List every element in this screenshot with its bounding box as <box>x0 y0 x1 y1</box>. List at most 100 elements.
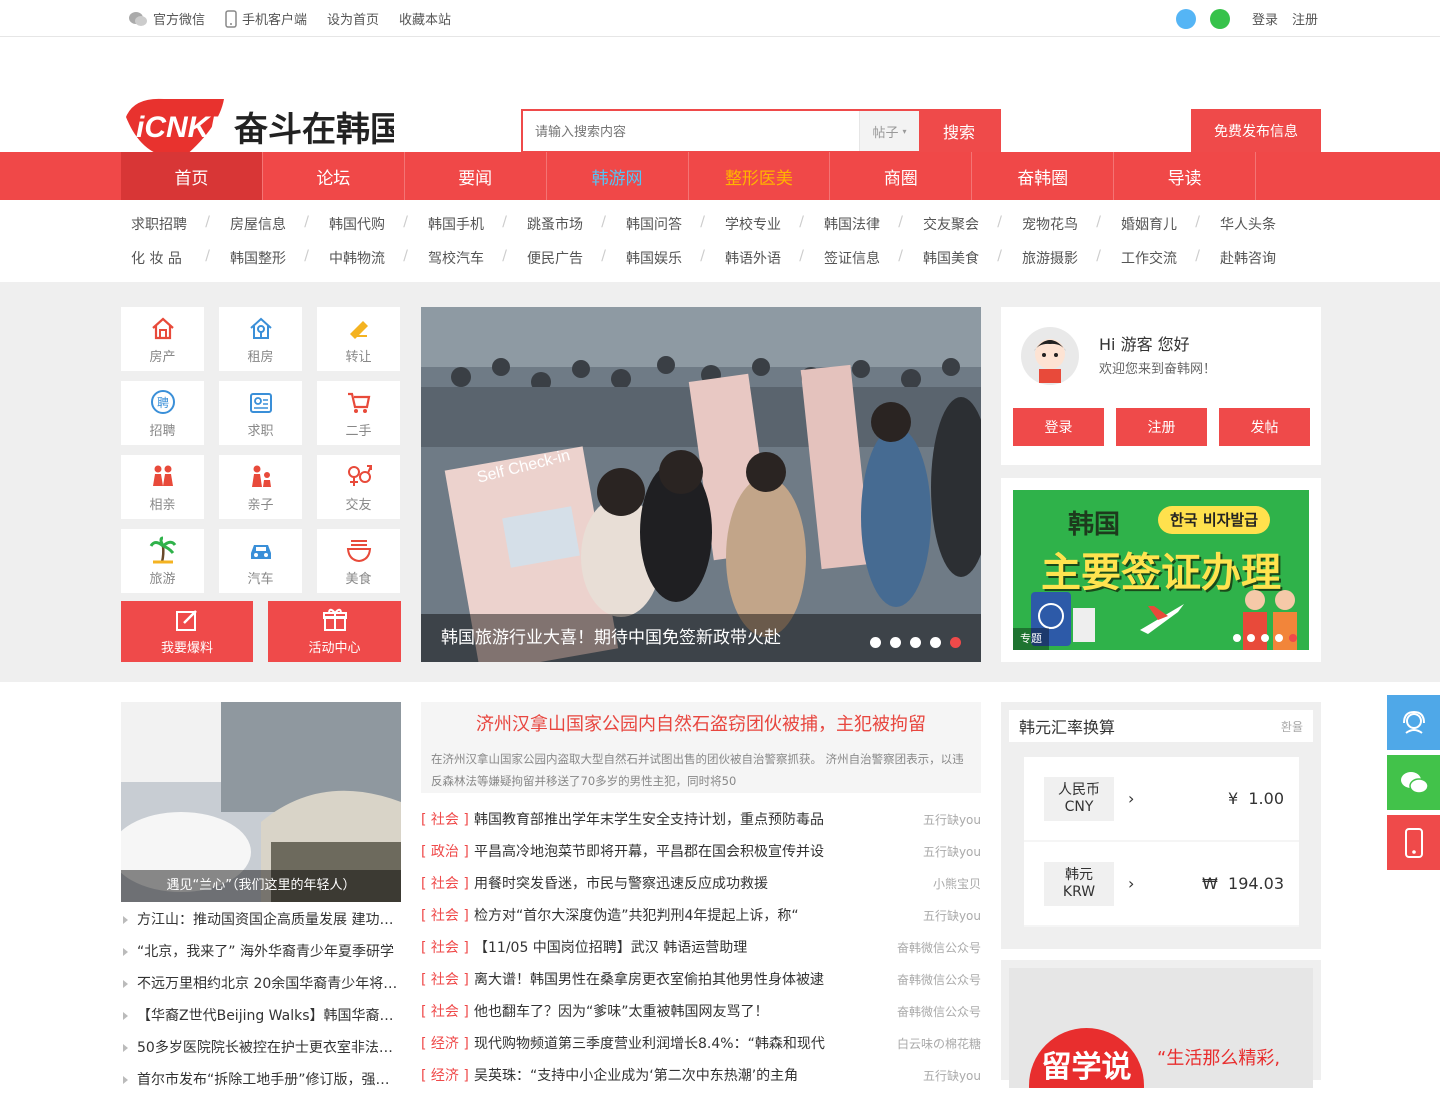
nav-item[interactable]: 奋韩圈 <box>972 152 1115 200</box>
category-link[interactable]: 韩国手机 <box>418 214 517 234</box>
list-item[interactable]: “北京，我来了” 海外华裔青少年夏季研学 <box>121 936 401 968</box>
mobile-float-button[interactable] <box>1387 815 1440 870</box>
news-author[interactable]: 白云味の棉花糖 <box>897 1035 981 1052</box>
category-link[interactable]: 签证信息 <box>814 248 913 268</box>
news-title[interactable]: 平昌高冷地泡菜节即将开幕，平昌郡在国会积极宣传并设 <box>474 841 915 861</box>
login-link[interactable]: 登录 <box>1252 9 1278 28</box>
currency-select-krw[interactable]: 韩元 KRW <box>1044 861 1114 906</box>
category-link[interactable]: 赴韩咨询 <box>1210 248 1309 268</box>
carousel-dot[interactable] <box>870 637 881 648</box>
category-link[interactable]: 华人头条 <box>1210 214 1309 234</box>
news-author[interactable]: 奋韩微信公众号 <box>897 971 981 988</box>
category-link[interactable]: 宠物花鸟 <box>1012 214 1111 234</box>
news-author[interactable]: 五行缺you <box>923 843 981 860</box>
ad-dot-active[interactable] <box>1289 634 1297 642</box>
ad-dot[interactable] <box>1275 634 1283 642</box>
search-input[interactable] <box>523 111 859 151</box>
quick-category-item[interactable]: 相亲 <box>121 455 204 519</box>
nav-item[interactable]: 论坛 <box>263 152 405 200</box>
list-item[interactable]: 首尔市发布“拆除工地手册”修订版，强调安全 <box>121 1064 401 1096</box>
category-link[interactable]: 韩语外语 <box>715 248 814 268</box>
category-link[interactable]: 跳蚤市场 <box>517 214 616 234</box>
news-category[interactable]: [ 社会 ] <box>421 1001 474 1021</box>
quick-category-item[interactable]: 旅游 <box>121 529 204 593</box>
carousel-dot[interactable] <box>910 637 921 648</box>
nav-item[interactable]: 韩游网 <box>547 152 689 200</box>
ad-dot[interactable] <box>1261 634 1269 642</box>
chevron-right-icon[interactable]: › <box>1128 789 1134 808</box>
nav-item[interactable]: 整形医美 <box>689 152 831 200</box>
user-register-button[interactable]: 注册 <box>1116 408 1207 446</box>
official-wechat-link[interactable]: 官方微信 <box>128 9 205 28</box>
category-link[interactable]: 韩国娱乐 <box>616 248 715 268</box>
visa-ad-banner[interactable]: 韩国 한국 비자발급 主要签证办理 专题 <box>1013 490 1309 650</box>
currency-value-krw[interactable]: ₩ 194.03 <box>1202 874 1284 893</box>
nav-item[interactable]: 导读 <box>1114 152 1256 200</box>
category-link[interactable]: 工作交流 <box>1111 248 1210 268</box>
carousel-dot[interactable] <box>950 637 961 648</box>
list-item[interactable]: 不远万里相约北京 20余国华裔青少年将参加 <box>121 968 401 1000</box>
quick-category-item[interactable]: 求职 <box>219 381 302 445</box>
news-category[interactable]: [ 社会 ] <box>421 873 474 893</box>
nav-item[interactable]: 首页 <box>121 152 263 200</box>
news-title[interactable]: 吴英珠：“支持中小企业成为‘第二次中东热潮’的主角 <box>474 1065 915 1085</box>
ad-dot[interactable] <box>1233 634 1241 642</box>
mobile-client-link[interactable]: 手机客户端 <box>225 9 307 28</box>
nav-item[interactable]: 商圈 <box>830 152 973 200</box>
category-link[interactable]: 便民广告 <box>517 248 616 268</box>
news-author[interactable]: 奋韩微信公众号 <box>897 1003 981 1020</box>
category-link[interactable]: 韩国问答 <box>616 214 715 234</box>
category-link[interactable]: 韩国法律 <box>814 214 913 234</box>
news-category[interactable]: [ 经济 ] <box>421 1033 474 1053</box>
category-link[interactable]: 韩国整形 <box>220 248 319 268</box>
chevron-right-icon[interactable]: › <box>1128 874 1134 893</box>
news-category[interactable]: [ 社会 ] <box>421 937 474 957</box>
news-category[interactable]: [ 社会 ] <box>421 969 474 989</box>
news-title[interactable]: 他也翻车了？因为“爹味”太重被韩国网友骂了！ <box>474 1001 889 1021</box>
news-category[interactable]: [ 社会 ] <box>421 905 474 925</box>
publish-info-button[interactable]: 免费发布信息 <box>1191 109 1321 153</box>
wechat-login-icon[interactable] <box>1209 8 1230 29</box>
register-link[interactable]: 注册 <box>1292 9 1318 28</box>
news-carousel[interactable]: Self Check-in 韩国旅游行业大喜！期待中国免签新政带火赴 <box>421 307 981 662</box>
news-author[interactable]: 小熊宝贝 <box>933 875 981 892</box>
bookmark-link[interactable]: 收藏本站 <box>399 9 451 28</box>
list-item[interactable]: 50多岁医院院长被控在护士更衣室非法拍摄 <box>121 1032 401 1064</box>
user-login-button[interactable]: 登录 <box>1013 408 1104 446</box>
qq-login-icon[interactable] <box>1175 8 1196 29</box>
feature-photo[interactable]: 遇见“兰心”（我们这里的年轻人） <box>121 702 401 902</box>
nav-item[interactable]: 要闻 <box>405 152 547 200</box>
quick-category-item[interactable]: 房产 <box>121 307 204 371</box>
news-title[interactable]: 用餐时突发昏迷，市民与警察迅速反应成功救援 <box>474 873 925 893</box>
ad-dot[interactable] <box>1247 634 1255 642</box>
category-link[interactable]: 韩国美食 <box>913 248 1012 268</box>
news-author[interactable]: 五行缺you <box>923 811 981 828</box>
news-category[interactable]: [ 经济 ] <box>421 1065 474 1085</box>
customer-service-button[interactable] <box>1387 695 1440 750</box>
quick-category-item[interactable]: 二手 <box>317 381 400 445</box>
category-link[interactable]: 韩国代购 <box>319 214 418 234</box>
wechat-float-button[interactable] <box>1387 755 1440 810</box>
quick-category-item[interactable]: 美食 <box>317 529 400 593</box>
news-title[interactable]: 韩国教育部推出学年末学生安全支持计划，重点预防毒品 <box>474 809 915 829</box>
quick-category-item[interactable]: 亲子 <box>219 455 302 519</box>
search-button[interactable]: 搜索 <box>919 111 999 151</box>
quick-category-item[interactable]: 租房 <box>219 307 302 371</box>
category-link[interactable]: 驾校汽车 <box>418 248 517 268</box>
list-item[interactable]: 方江山：推动国资国企高质量发展 建功新时代 <box>121 904 401 936</box>
news-author[interactable]: 五行缺you <box>923 907 981 924</box>
news-title[interactable]: 检方对“首尔大深度伪造”共犯判刑4年提起上诉，称“ <box>474 905 915 925</box>
list-item[interactable]: 【华裔Z世代Beijing Walks】韩国华裔青少年 <box>121 1000 401 1032</box>
category-link[interactable]: 求职招聘 <box>121 214 220 234</box>
news-title[interactable]: 现代购物频道第三季度营业利润增长8.4%：“韩森和现代 <box>474 1033 889 1053</box>
quick-category-item[interactable]: 聘招聘 <box>121 381 204 445</box>
news-author[interactable]: 奋韩微信公众号 <box>897 939 981 956</box>
currency-value-cny[interactable]: ¥ 1.00 <box>1228 789 1284 808</box>
carousel-dot[interactable] <box>930 637 941 648</box>
quick-category-item[interactable]: 汽车 <box>219 529 302 593</box>
quick-category-item[interactable]: 交友 <box>317 455 400 519</box>
user-post-button[interactable]: 发帖 <box>1219 408 1310 446</box>
category-link[interactable]: 房屋信息 <box>220 214 319 234</box>
category-link[interactable]: 学校专业 <box>715 214 814 234</box>
news-author[interactable]: 五行缺you <box>923 1067 981 1084</box>
